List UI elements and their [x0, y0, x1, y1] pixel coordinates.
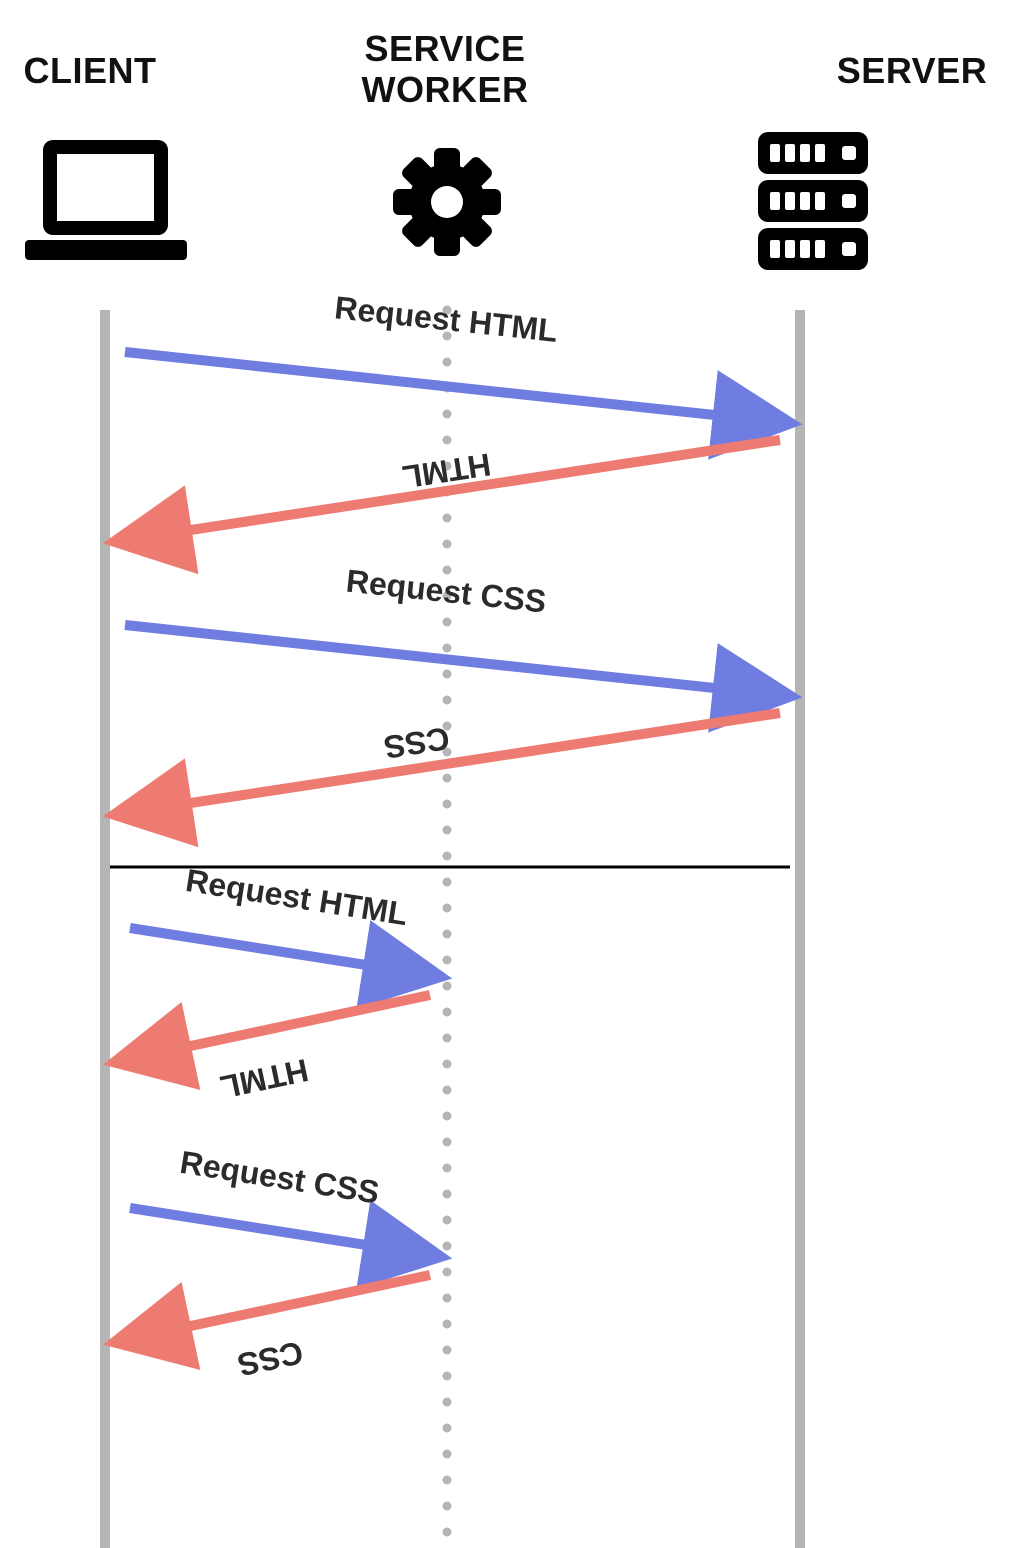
arrow-a3	[125, 625, 780, 695]
sw-lifeline-dot	[443, 930, 452, 939]
sw-lifeline-dot	[443, 800, 452, 809]
sw-lifeline-dot	[443, 1424, 452, 1433]
sw-lifeline-dot	[443, 1060, 452, 1069]
sw-lifeline-dot	[443, 1034, 452, 1043]
sw-lifeline-dot	[443, 1008, 452, 1017]
sw-lifeline-dot	[443, 1164, 452, 1173]
arrow-a5	[130, 928, 430, 975]
gear-icon	[393, 148, 501, 256]
arrow-label-a8: CSS	[234, 1334, 306, 1383]
sw-lifeline-dot	[443, 1528, 452, 1537]
arrow-label-a4: CSS	[381, 720, 451, 766]
arrow-a6	[125, 995, 430, 1060]
arrow-a4	[125, 713, 780, 813]
sw-lifeline-dot	[443, 1268, 452, 1277]
arrow-label-a5: Request HTML	[183, 862, 410, 932]
sw-lifeline-dot	[443, 852, 452, 861]
sw-lifeline-dot	[443, 696, 452, 705]
server-icon	[758, 132, 868, 270]
arrow-a1	[125, 352, 780, 422]
diagram-stage: CLIENT SERVICE WORKER SERVER	[0, 0, 1012, 1548]
sw-lifeline-dot	[443, 1372, 452, 1381]
sw-lifeline-dot	[443, 1450, 452, 1459]
dynamic-layer: Request HTMLHTMLRequest CSSCSSRequest HT…	[105, 289, 800, 1548]
sw-lifeline-dot	[443, 1216, 452, 1225]
sw-lifeline-dot	[443, 1398, 452, 1407]
sw-lifeline-dot	[443, 956, 452, 965]
sw-lifeline-dot	[443, 1294, 452, 1303]
sw-lifeline-dot	[443, 1502, 452, 1511]
arrow-label-a7: Request CSS	[178, 1144, 382, 1211]
sw-lifeline-dot	[443, 1086, 452, 1095]
sw-lifeline-dot	[443, 540, 452, 549]
sw-lifeline-dot	[443, 618, 452, 627]
sw-lifeline-dot	[443, 436, 452, 445]
sw-lifeline-dot	[443, 1138, 452, 1147]
sw-lifeline-dot	[443, 1242, 452, 1251]
sw-lifeline-dot	[443, 670, 452, 679]
arrow-label-a6: HTML	[217, 1052, 311, 1106]
sw-lifeline-dot	[443, 1320, 452, 1329]
sw-lifeline-dot	[443, 982, 452, 991]
sw-lifeline-dot	[443, 774, 452, 783]
laptop-icon	[25, 140, 187, 260]
sw-lifeline-dot	[443, 644, 452, 653]
arrow-a7	[130, 1208, 430, 1255]
sw-lifeline-dot	[443, 878, 452, 887]
sw-lifeline-dot	[443, 1476, 452, 1485]
sw-lifeline-dot	[443, 826, 452, 835]
arrow-a8	[125, 1275, 430, 1340]
sw-lifeline-dot	[443, 904, 452, 913]
sw-lifeline-dot	[443, 514, 452, 523]
sw-lifeline-dot	[443, 410, 452, 419]
diagram-svg: Request HTMLHTMLRequest CSSCSSRequest HT…	[0, 0, 1012, 1548]
sw-lifeline-dot	[443, 1190, 452, 1199]
sw-lifeline-dot	[443, 358, 452, 367]
sw-lifeline-dot	[443, 1112, 452, 1121]
sw-lifeline-dot	[443, 1346, 452, 1355]
